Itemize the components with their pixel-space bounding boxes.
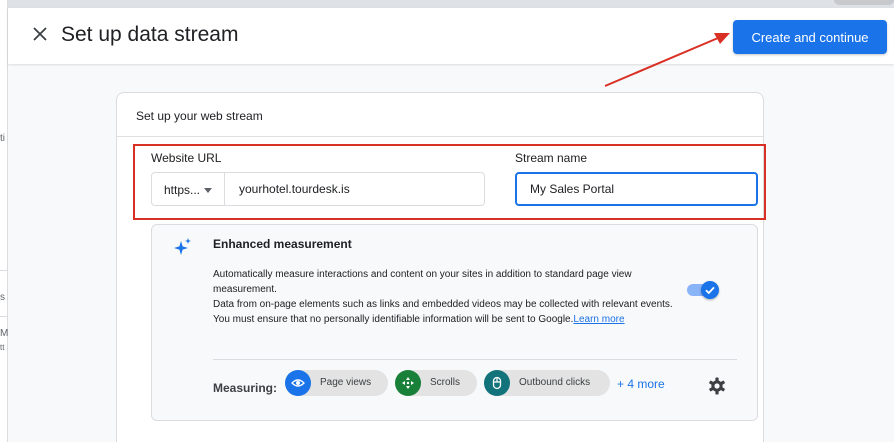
section-divider [213,359,737,360]
background-text-fragment: tt [0,343,5,352]
chip-label: Scrolls [430,377,461,388]
background-text-fragment: ti [0,133,5,144]
create-and-continue-button[interactable]: Create and continue [733,20,887,54]
card-title: Set up your web stream [136,109,263,123]
chip-label: Page views [320,377,372,388]
page-title: Set up data stream [61,23,239,46]
toggle-knob [701,281,719,299]
description-line: Data from on-page elements such as links… [213,297,679,327]
outbound-clicks-chip: Outbound clicks [484,370,610,396]
stream-name-input[interactable] [515,172,758,206]
enhanced-measurement-toggle[interactable] [687,281,719,299]
chip-label: Outbound clicks [519,377,591,388]
gear-icon[interactable] [707,376,727,396]
background-divider [0,270,8,271]
page-views-chip: Page views [285,370,388,396]
sparkle-icon [174,238,191,255]
mouse-icon [484,370,510,396]
more-events-link[interactable]: + 4 more [617,377,665,391]
background-divider [0,316,8,317]
card-divider [117,136,763,137]
browser-top-edge [8,0,894,8]
stream-name-label: Stream name [515,151,588,165]
measuring-label: Measuring: [213,381,278,395]
background-sidebar: ti s M tt [0,0,8,442]
enhanced-measurement-title: Enhanced measurement [213,237,352,251]
dropdown-caret-icon [204,188,212,193]
close-icon[interactable] [30,24,50,44]
learn-more-link[interactable]: Learn more [573,314,624,325]
scroll-icon [395,370,421,396]
website-url-label: Website URL [151,151,222,165]
enhanced-measurement-section: Enhanced measurement Automatically measu… [151,224,758,421]
scrolls-chip: Scrolls [395,370,477,396]
setup-panel: Set up data stream Create and continue S… [8,8,894,442]
description-line: Automatically measure interactions and c… [213,269,632,295]
web-stream-card: Set up your web stream Website URL https… [116,92,766,442]
background-text-fragment: s [0,292,5,303]
protocol-value: https... [164,183,201,197]
browser-tab-edge [834,0,894,5]
panel-header: Set up data stream Create and continue [8,8,894,64]
eye-icon [285,370,311,396]
background-text-fragment: M [0,328,8,339]
enhanced-measurement-description: Automatically measure interactions and c… [213,267,679,327]
protocol-select[interactable]: https... [151,172,225,206]
check-icon [705,286,715,295]
website-url-input[interactable] [224,172,485,206]
